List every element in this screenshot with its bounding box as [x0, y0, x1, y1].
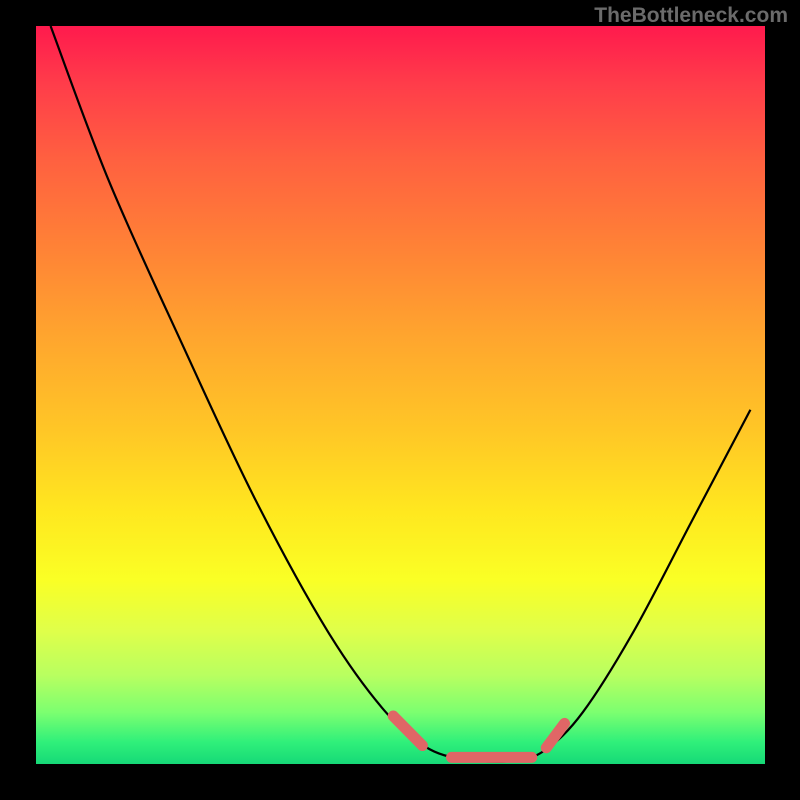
- chart-container: TheBottleneck.com: [0, 0, 800, 800]
- plot-background: [36, 26, 765, 765]
- watermark: TheBottleneck.com: [594, 4, 788, 28]
